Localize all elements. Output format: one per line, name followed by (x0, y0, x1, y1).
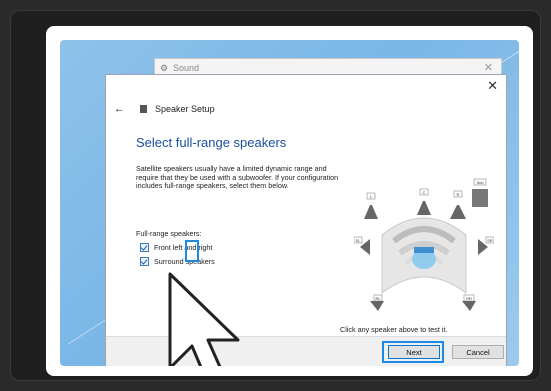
full-range-label: Full-range speakers: (136, 229, 202, 238)
checkbox-front-left-right[interactable]: Front left and right (140, 243, 212, 253)
listener-icon (414, 247, 434, 253)
back-arrow-icon[interactable]: ← (114, 103, 125, 115)
speaker-label-r: R (457, 192, 460, 197)
sound-window-title: Sound (173, 63, 200, 73)
speaker-center[interactable]: C (417, 188, 431, 215)
speaker-rear-left[interactable]: RL (370, 294, 384, 311)
checkbox-label: Front left and right (154, 243, 213, 252)
speaker-settings-icon: ⚙ (160, 63, 169, 73)
speaker-label-c: C (423, 190, 426, 195)
speaker-label-rr: RR (466, 296, 472, 301)
speaker-front-right[interactable]: R (450, 190, 466, 219)
speaker-label-sr: SR (487, 238, 493, 243)
mouse-pointer-icon (168, 272, 240, 366)
dialog-title: Speaker Setup (155, 104, 215, 114)
desktop-background: ⚙ Sound ✕ ✕ ← Speaker Setup Select full-… (60, 40, 519, 366)
content-card: ⚙ Sound ✕ ✕ ← Speaker Setup Select full-… (46, 26, 533, 376)
close-icon[interactable]: ✕ (484, 61, 493, 74)
test-hint-text: Click any speaker above to test it. (340, 325, 448, 334)
speaker-subwoofer[interactable]: Sub (472, 178, 488, 207)
page-title: Select full-range speakers (136, 135, 287, 150)
description-text: Satellite speakers usually have a limite… (136, 164, 339, 191)
speaker-label-rl: RL (375, 296, 381, 301)
speaker-front-left[interactable]: L (364, 192, 378, 219)
speaker-diagram[interactable]: L C R Sub SL SR RL RR (354, 161, 494, 311)
checkbox-highlight (185, 240, 199, 262)
checkbox[interactable] (140, 243, 149, 252)
speaker-label-sub: Sub (476, 180, 484, 185)
screenshot-frame: ⚙ Sound ✕ ✕ ← Speaker Setup Select full-… (10, 10, 541, 381)
checkbox-surround-speakers[interactable]: Surround speakers (140, 257, 215, 267)
speaker-label-sl: SL (356, 238, 362, 243)
speaker-icon (139, 105, 147, 113)
next-button[interactable]: Next (388, 345, 440, 359)
speaker-side-left[interactable]: SL (354, 236, 370, 255)
close-icon[interactable]: ✕ (487, 78, 498, 94)
cancel-button[interactable]: Cancel (452, 345, 504, 359)
speaker-rear-right[interactable]: RR (462, 294, 476, 311)
dialog-header: ← Speaker Setup (114, 103, 215, 115)
speaker-side-right[interactable]: SR (478, 236, 494, 255)
checkbox[interactable] (140, 257, 149, 266)
